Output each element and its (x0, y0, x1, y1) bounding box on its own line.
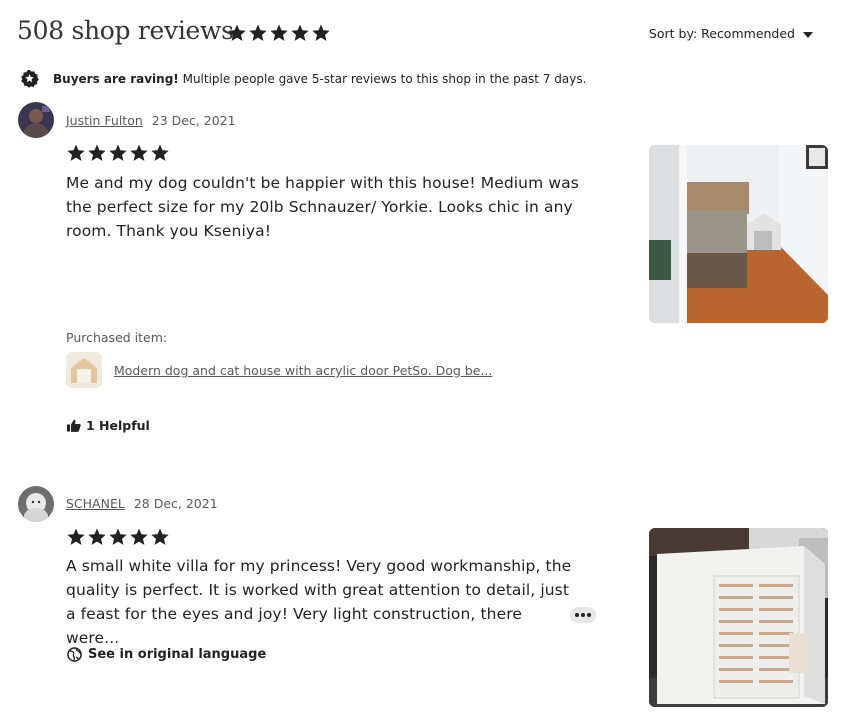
shop-rating-stars (227, 23, 331, 43)
star-icon (108, 527, 128, 547)
dot-icon (575, 613, 579, 617)
star-icon (87, 527, 107, 547)
sort-dropdown[interactable]: Sort by: Recommended (649, 26, 813, 41)
star-icon (248, 23, 268, 43)
review-photo[interactable] (649, 145, 828, 323)
review-rating-stars (66, 143, 170, 163)
star-icon (311, 23, 331, 43)
page-title: 508 shop reviews (17, 16, 234, 45)
sort-label: Sort by: Recommended (648, 26, 795, 41)
thumbs-up-icon (67, 419, 81, 432)
dot-icon (581, 613, 585, 617)
see-original-language-label: See in original language (88, 647, 267, 662)
review-date: 23 Dec, 2021 (151, 113, 236, 128)
buyers-raving-notice: Buyers are raving! Multiple people gave … (20, 69, 586, 88)
dot-icon (587, 613, 591, 617)
review-text: A small white villa for my princess! Ver… (66, 557, 572, 647)
avatar[interactable] (18, 102, 54, 138)
see-original-language-button[interactable]: See in original language (67, 647, 266, 662)
star-icon (87, 143, 107, 163)
star-icon (150, 527, 170, 547)
star-badge-icon (21, 69, 39, 88)
star-icon (129, 527, 149, 547)
purchased-item-label: Purchased item: (66, 330, 168, 345)
globe-icon (67, 647, 82, 662)
star-icon (227, 23, 247, 43)
avatar[interactable] (18, 486, 54, 522)
notice-text: Buyers are raving! Multiple people gave … (53, 71, 587, 86)
star-icon (66, 527, 86, 547)
helpful-label: 1 Helpful (86, 418, 150, 433)
review-date: 28 Dec, 2021 (133, 496, 218, 511)
caret-down-icon (803, 31, 813, 38)
reviewer-name-link[interactable]: SCHANEL (66, 496, 125, 511)
star-icon (129, 143, 149, 163)
more-options-button[interactable] (570, 607, 596, 623)
star-icon (66, 143, 86, 163)
star-icon (269, 23, 289, 43)
review-text: Me and my dog couldn't be happier with t… (66, 174, 579, 240)
star-icon (290, 23, 310, 43)
review-photo[interactable] (649, 528, 828, 707)
purchased-item-link[interactable]: Modern dog and cat house with acrylic do… (114, 363, 492, 378)
review-rating-stars (66, 527, 170, 547)
star-icon (150, 143, 170, 163)
helpful-button[interactable]: 1 Helpful (67, 418, 150, 433)
star-icon (108, 143, 128, 163)
purchased-item-thumbnail[interactable] (66, 352, 102, 388)
reviewer-name-link[interactable]: Justin Fulton (66, 113, 143, 128)
